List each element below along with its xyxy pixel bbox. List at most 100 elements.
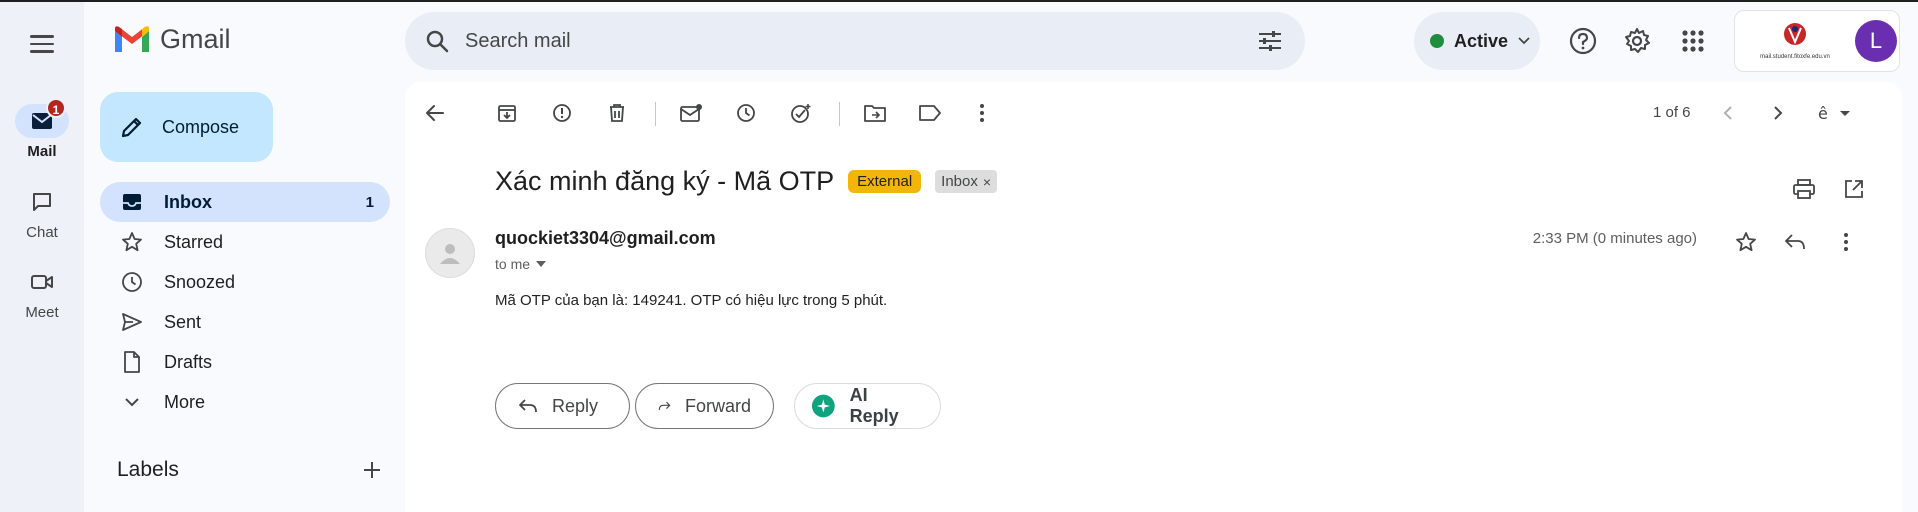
label-tag-icon[interactable]: [913, 96, 947, 130]
email-timestamp: 2:33 PM (0 minutes ago): [1532, 230, 1697, 247]
reply-icon[interactable]: [1780, 227, 1810, 257]
reply-arrow-icon: [519, 399, 537, 413]
nav-label: Inbox: [164, 191, 212, 212]
open-in-new-window-icon[interactable]: [1837, 172, 1871, 206]
chevron-down-icon: [1518, 37, 1530, 45]
app-name: Gmail: [160, 24, 231, 54]
rail-item-mail[interactable]: 1 Mail: [0, 98, 84, 160]
recipient-label: to me: [495, 256, 531, 272]
draft-file-icon: [120, 350, 144, 374]
organization-domain: mail.student.fitoxfe.edu.vn: [1760, 54, 1830, 60]
search-icon[interactable]: [423, 27, 451, 55]
sender-avatar[interactable]: [425, 228, 475, 278]
search-input[interactable]: Search mail: [465, 30, 1255, 53]
compose-button[interactable]: Compose: [100, 92, 273, 162]
rail-label-mail: Mail: [27, 143, 57, 160]
nav-item-more[interactable]: More: [100, 382, 390, 422]
search-options-icon[interactable]: [1255, 26, 1285, 56]
subject-row: Xác minh đăng ký - Mã OTP External Inbox…: [495, 166, 998, 197]
ai-reply-button[interactable]: AI Reply: [794, 383, 941, 429]
rail-item-meet[interactable]: Meet: [0, 265, 84, 321]
organization-logo: mail.student.fitoxfe.edu.vn: [1747, 16, 1843, 66]
add-task-icon[interactable]: [784, 96, 818, 130]
back-arrow-icon[interactable]: [418, 96, 452, 130]
nav-label: Drafts: [164, 351, 213, 372]
gmail-logo[interactable]: Gmail: [112, 24, 231, 55]
reply-button[interactable]: Reply: [495, 383, 630, 429]
external-tag: External: [848, 170, 922, 193]
settings-gear-icon[interactable]: [1618, 22, 1656, 60]
status-dot: [1430, 34, 1444, 48]
forward-button[interactable]: Forward: [635, 383, 774, 429]
nav-label: Starred: [164, 231, 224, 252]
gmail-m-icon: [115, 25, 149, 52]
account-switcher[interactable]: mail.student.fitoxfe.edu.vn L: [1734, 10, 1900, 72]
snooze-clock-icon[interactable]: [729, 96, 763, 130]
ai-reply-label: AI Reply: [849, 385, 899, 426]
rail-item-chat[interactable]: Chat: [0, 185, 84, 241]
clock-icon: [120, 270, 144, 294]
inbox-icon: [120, 190, 144, 214]
add-label-icon[interactable]: [362, 460, 382, 480]
inbox-label-text: Inbox: [941, 173, 978, 190]
email-subject: Xác minh đăng ký - Mã OTP: [495, 166, 835, 196]
archive-icon[interactable]: [490, 96, 524, 130]
status-label: Active: [1454, 30, 1509, 51]
main-menu-icon[interactable]: [22, 30, 62, 58]
compose-label: Compose: [162, 116, 240, 137]
trash-icon[interactable]: [600, 96, 634, 130]
email-body: Mã OTP của bạn là: 149241. OTP có hiệu l…: [495, 292, 888, 309]
meet-icon[interactable]: [15, 265, 69, 299]
email-view: 1 of 6 ê Xác minh đăng ký - Mã OTP Exter…: [405, 82, 1902, 512]
report-spam-icon[interactable]: [545, 96, 579, 130]
nav-label: Snoozed: [164, 271, 236, 292]
inbox-unread-count: 1: [365, 193, 374, 211]
pagination-count: 1 of 6: [1653, 104, 1691, 121]
svg-text:ê: ê: [1818, 104, 1828, 123]
help-icon[interactable]: [1564, 22, 1602, 60]
forward-label: Forward: [684, 395, 751, 416]
nav-item-sent[interactable]: Sent: [100, 302, 390, 342]
more-vert-icon[interactable]: [1831, 227, 1861, 257]
nav-item-drafts[interactable]: Drafts: [100, 342, 390, 382]
rail-label-meet: Meet: [25, 304, 59, 321]
app-rail: 1 Mail Chat Meet: [0, 2, 84, 512]
rail-label-chat: Chat: [26, 224, 58, 241]
nav-item-snoozed[interactable]: Snoozed: [100, 262, 390, 302]
chevron-left-icon[interactable]: [1711, 96, 1745, 130]
ai-sparkle-icon: [811, 394, 835, 418]
remove-label-icon[interactable]: ×: [983, 174, 991, 190]
window-top-border: [0, 0, 1918, 2]
search-bar[interactable]: Search mail: [405, 12, 1305, 70]
toolbar-divider: [839, 102, 840, 126]
avatar[interactable]: L: [1855, 20, 1897, 62]
chevron-right-icon[interactable]: [1761, 96, 1795, 130]
caret-down-icon: [536, 261, 547, 267]
mark-unread-icon[interactable]: [674, 96, 708, 130]
inbox-label-chip: Inbox ×: [935, 170, 998, 193]
folder-nav: Inbox 1 Starred Snoozed Sent Drafts More: [100, 182, 390, 422]
mail-icon[interactable]: 1: [15, 98, 69, 138]
chevron-down-icon: [120, 390, 144, 414]
nav-item-starred[interactable]: Starred: [100, 222, 390, 262]
labels-header: Labels: [117, 458, 382, 482]
reply-label: Reply: [552, 395, 599, 416]
star-icon[interactable]: [1731, 227, 1761, 257]
nav-item-inbox[interactable]: Inbox 1: [100, 182, 390, 222]
apps-grid-icon[interactable]: [1674, 22, 1712, 60]
pencil-icon: [121, 117, 142, 138]
sender-email[interactable]: quockiet3304@gmail.com: [495, 228, 716, 249]
nav-label: More: [164, 391, 206, 412]
input-tools-icon[interactable]: ê: [1813, 96, 1859, 130]
chat-icon[interactable]: [15, 185, 69, 219]
mail-unread-badge: 1: [46, 98, 66, 118]
email-toolbar: 1 of 6 ê: [405, 82, 1902, 142]
forward-arrow-icon: [658, 401, 671, 410]
recipient-details[interactable]: to me: [495, 256, 547, 272]
print-icon[interactable]: [1787, 172, 1821, 206]
move-to-folder-icon[interactable]: [858, 96, 892, 130]
labels-title: Labels: [117, 458, 179, 481]
more-vert-icon[interactable]: [965, 96, 999, 130]
toolbar-divider: [655, 102, 656, 126]
status-selector[interactable]: Active: [1414, 12, 1540, 70]
